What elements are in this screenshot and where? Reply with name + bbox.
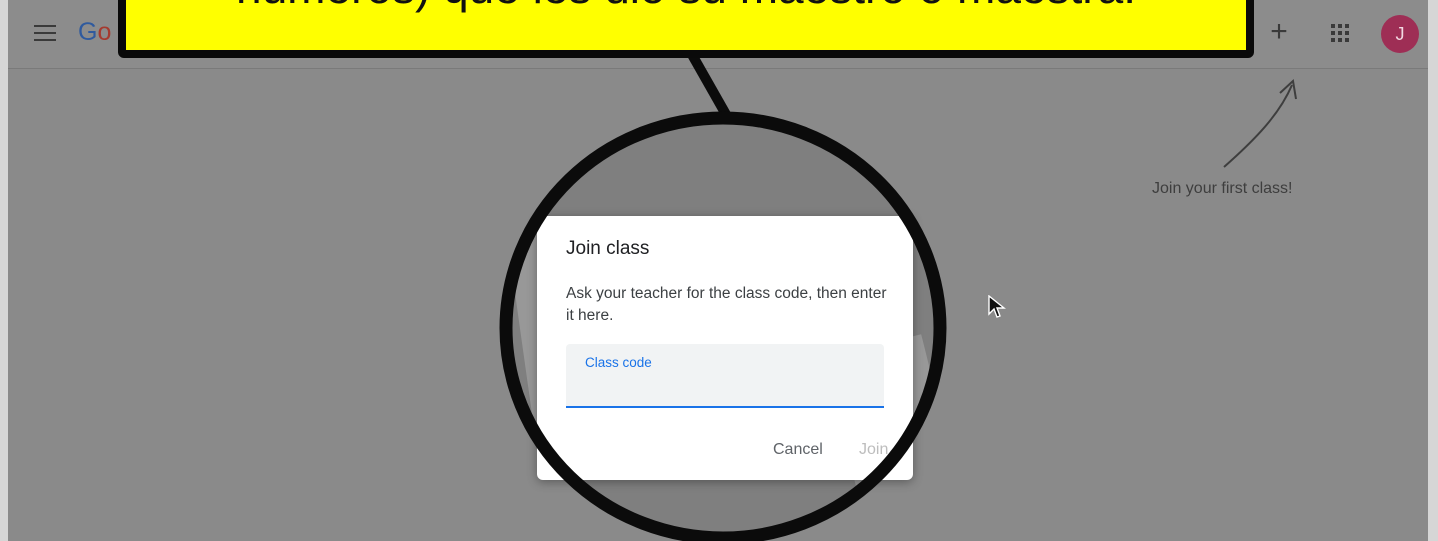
cancel-button[interactable]: Cancel <box>773 441 823 459</box>
callout-box: números) que les dio su maestro o maestr… <box>118 0 1254 58</box>
class-code-field[interactable]: Class code <box>566 344 884 408</box>
screen: Go + J Join your first class! números) q… <box>0 0 1438 541</box>
dialog-title: Join class <box>566 238 650 259</box>
join-class-dialog: Join class Ask your teacher for the clas… <box>537 216 913 480</box>
join-button[interactable]: Join <box>859 441 888 459</box>
callout-text: números) que les dio su maestro o maestr… <box>126 0 1246 14</box>
class-code-label: Class code <box>585 355 652 370</box>
cursor-icon <box>988 295 1006 318</box>
dialog-description: Ask your teacher for the class code, the… <box>566 285 887 324</box>
